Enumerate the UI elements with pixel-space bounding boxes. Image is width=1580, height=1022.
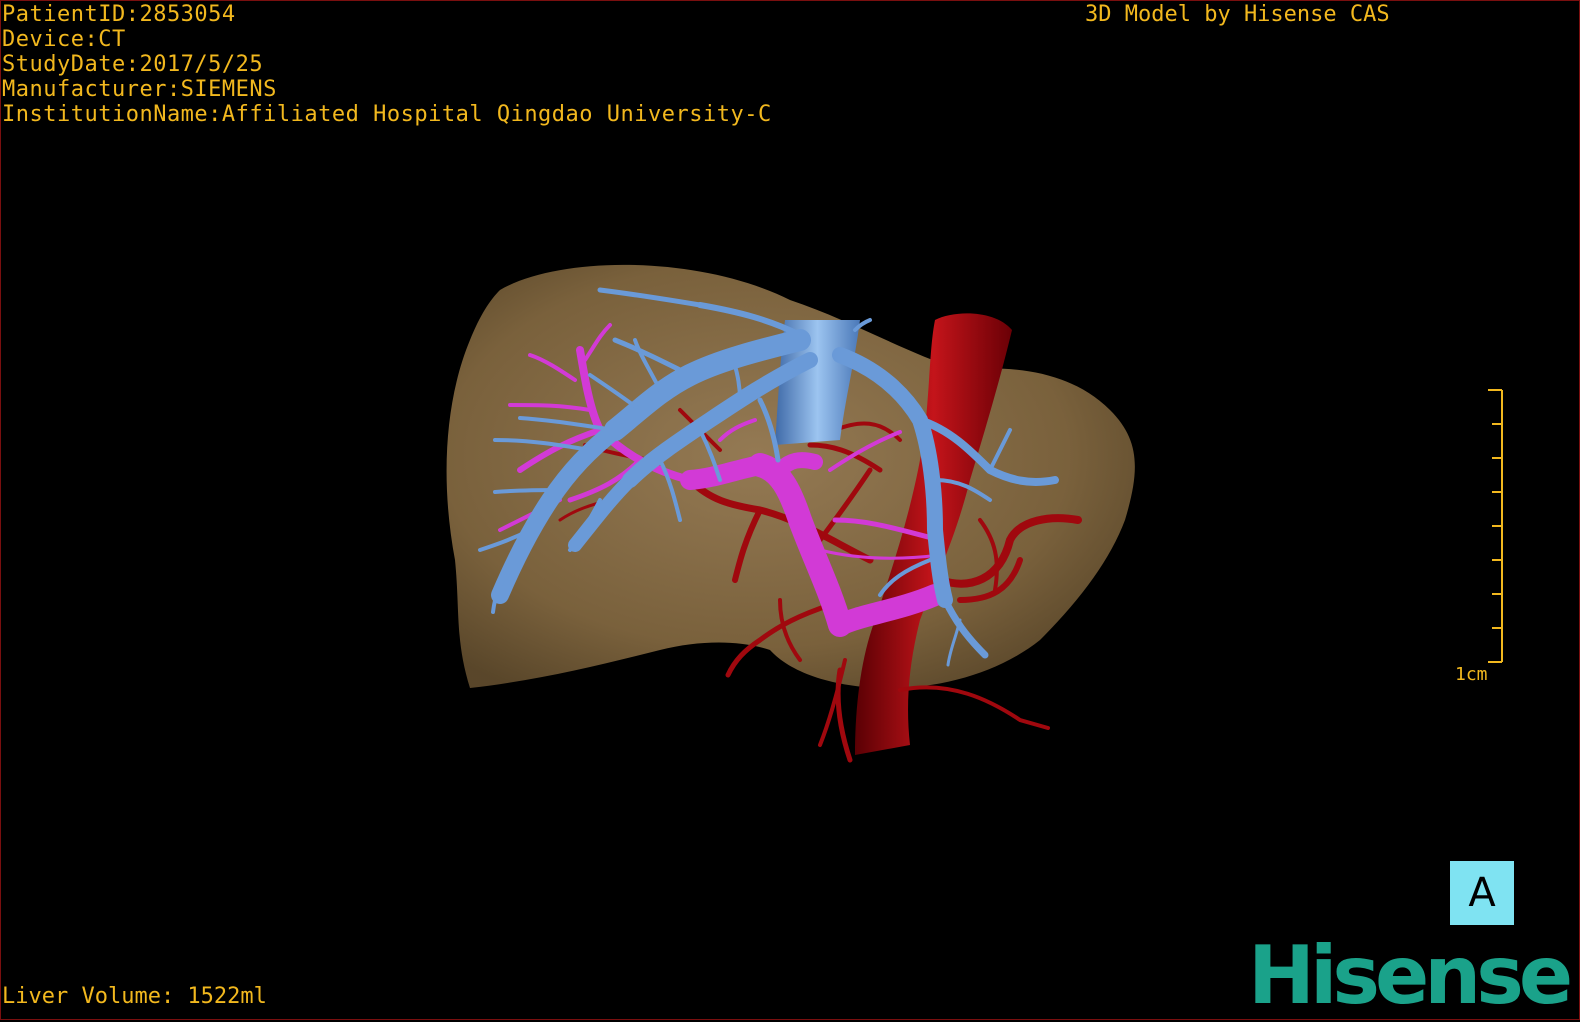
device: Device:CT — [2, 27, 126, 52]
hisense-logo: Hisense — [1248, 929, 1573, 1022]
model-caption: 3D Model by Hisense CAS — [1085, 2, 1390, 27]
3d-liver-model-viewport[interactable] — [0, 0, 1580, 1020]
scale-bar-label: 1cm — [1455, 664, 1488, 685]
manufacturer: Manufacturer:SIEMENS — [2, 77, 277, 102]
patient-id: PatientID:2853054 — [2, 2, 236, 27]
orientation-anterior-button[interactable]: A — [1450, 861, 1514, 925]
scale-bar — [1488, 389, 1503, 663]
study-date: StudyDate:2017/5/25 — [2, 52, 264, 77]
dicom-info-overlay: PatientID:2853054 Device:CT StudyDate:20… — [2, 2, 772, 127]
institution-name: InstitutionName:Affiliated Hospital Qing… — [2, 102, 772, 127]
liver-volume-readout: Liver Volume: 1522ml — [2, 984, 267, 1009]
